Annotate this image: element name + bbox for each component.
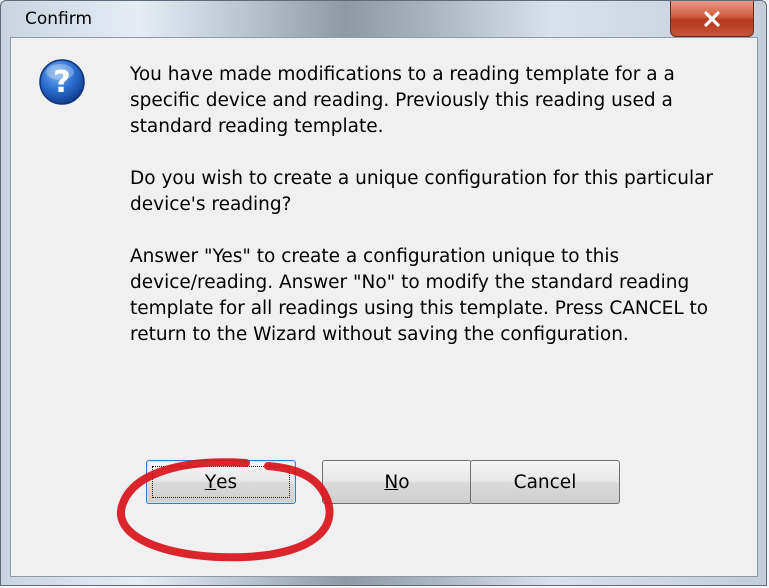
- question-icon: ?: [39, 59, 85, 105]
- focus-rectangle: [152, 466, 290, 498]
- window-title: Confirm: [25, 9, 93, 29]
- title-bar[interactable]: Confirm: [1, 1, 766, 37]
- message-paragraph: Do you wish to create a unique configura…: [130, 168, 714, 215]
- message-paragraph: Answer "Yes" to create a configuration u…: [130, 246, 709, 345]
- cancel-button[interactable]: Cancel: [470, 460, 620, 504]
- close-icon: [704, 10, 720, 27]
- no-label: o: [398, 471, 410, 493]
- yes-button[interactable]: Yes: [146, 460, 296, 504]
- no-button[interactable]: No: [322, 460, 472, 504]
- dialog-message: You have made modifications to a reading…: [130, 62, 735, 374]
- svg-text:?: ?: [53, 65, 70, 100]
- close-button[interactable]: [670, 1, 754, 37]
- message-paragraph: You have made modifications to a reading…: [130, 64, 675, 137]
- no-mnemonic: N: [384, 471, 399, 493]
- cancel-label: Cancel: [513, 471, 577, 493]
